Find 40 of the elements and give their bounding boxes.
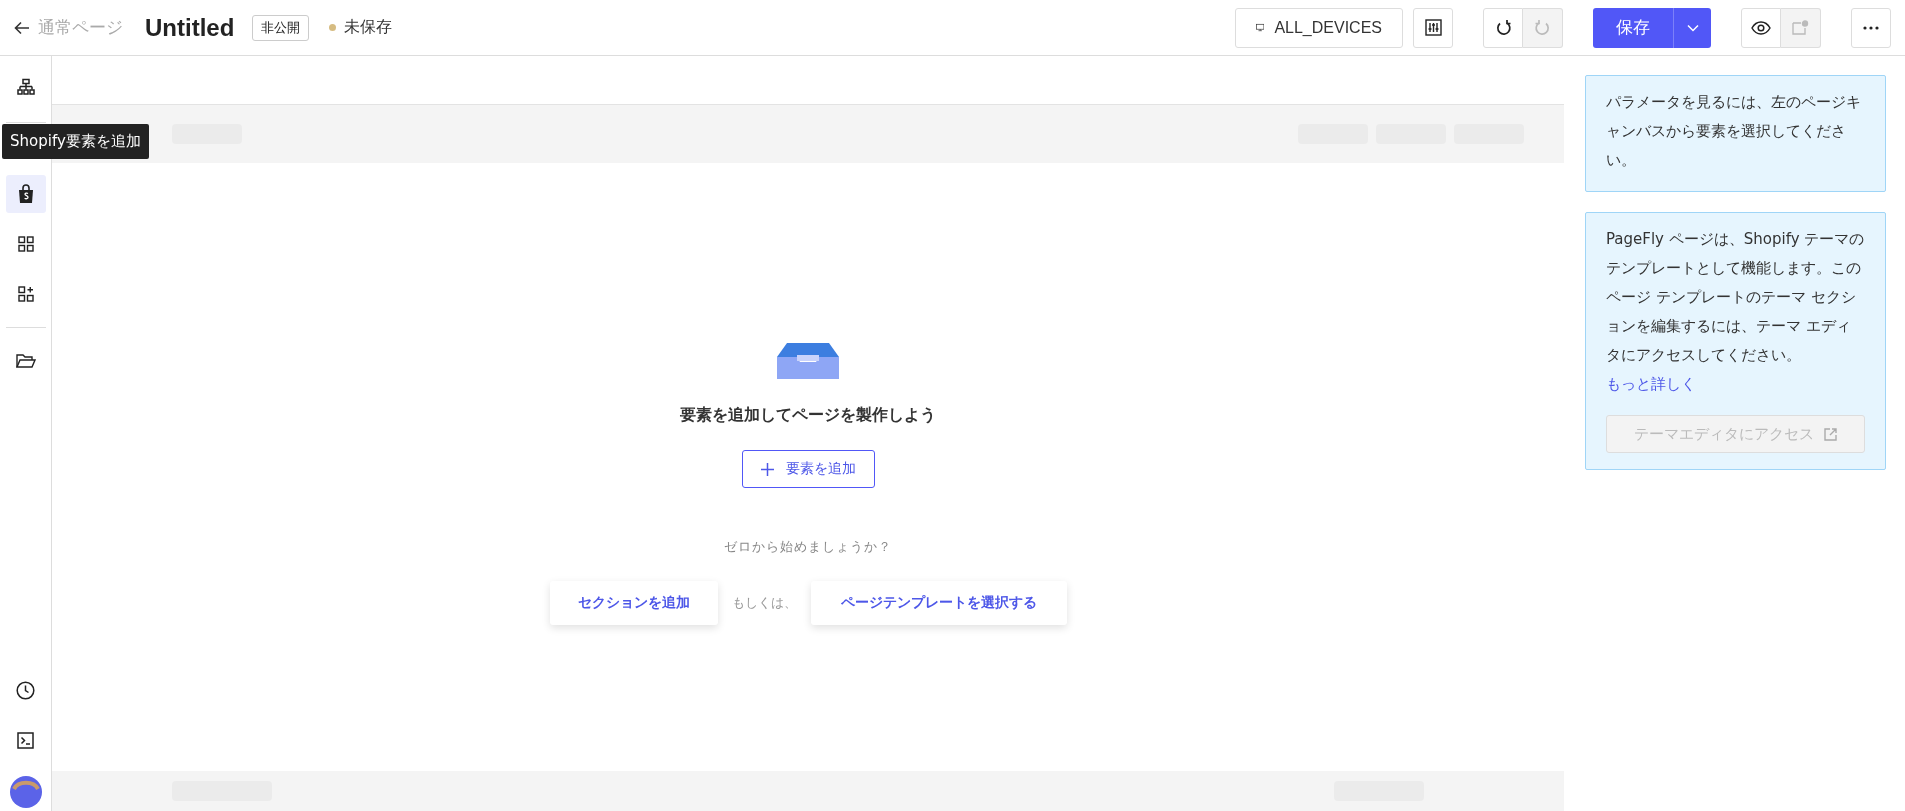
clock-icon <box>16 680 35 700</box>
grid-plus-icon <box>17 286 34 302</box>
select-template-button[interactable]: ページテンプレートを選択する <box>810 581 1067 625</box>
device-button[interactable]: ALL_DEVICES <box>1235 7 1403 48</box>
add-element-button[interactable]: 要素を追加 <box>741 450 875 488</box>
tray-icon <box>777 341 839 381</box>
folder-icon <box>15 353 36 369</box>
sidebar-item[interactable] <box>5 175 46 213</box>
sliders-icon <box>1424 19 1442 36</box>
external-link-icon <box>1824 427 1837 441</box>
back-arrow-icon[interactable] <box>14 20 30 35</box>
undo-icon <box>1494 19 1512 36</box>
preview-button[interactable] <box>1741 7 1781 48</box>
more-icon <box>1863 25 1879 30</box>
terminal-icon <box>17 731 34 749</box>
save-options-button[interactable] <box>1673 7 1711 48</box>
save-button[interactable]: 保存 <box>1593 7 1673 48</box>
status-dot <box>329 24 337 31</box>
save-status: 未保存 <box>344 17 393 38</box>
page-title: Untitled <box>145 13 235 42</box>
add-section-button[interactable]: セクションを追加 <box>549 581 718 625</box>
or-label: もしくは、 <box>731 594 797 612</box>
shopping-bag-icon <box>16 184 35 204</box>
chevron-down-icon <box>1686 23 1699 32</box>
info-text: PageFly ページは、Shopify テーマのテンプレートとして機能します。このページ テンプレートのテーマ セクションを編集するには、テーマ エディタにアクセスしてください。 もっと詳しく <box>1606 229 1865 395</box>
tooltip: Shopify要素を追加 <box>2 124 149 159</box>
empty-state-heading: 要素を追加してページを製作しよう <box>680 405 936 426</box>
eye-icon <box>1751 20 1771 35</box>
prompt-text: ゼロから始めましょうか？ <box>724 538 892 556</box>
avatar[interactable] <box>8 775 43 809</box>
sitemap-icon <box>16 78 35 96</box>
settings-button[interactable] <box>1413 7 1453 48</box>
visibility-badge: 非公開 <box>252 14 310 41</box>
grid-icon <box>17 236 34 252</box>
redo-icon <box>1534 19 1551 36</box>
undo-button[interactable] <box>1483 7 1523 48</box>
page-badge-icon <box>1792 20 1809 35</box>
learn-more-link[interactable]: もっと詳しく <box>1606 375 1696 393</box>
plus-icon <box>760 462 774 476</box>
hint-text: パラメータを見るには、左のページキャンバスから要素を選択してください。 <box>1606 92 1862 171</box>
